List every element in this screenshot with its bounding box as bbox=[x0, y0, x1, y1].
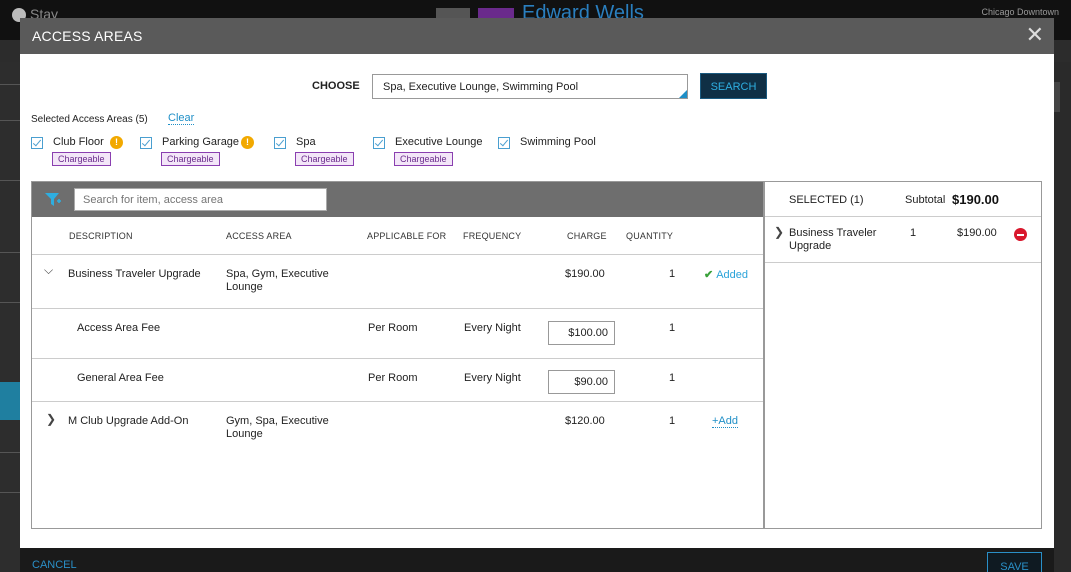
row-quantity: 1 bbox=[669, 322, 676, 334]
chevron-right-icon[interactable]: ❯ bbox=[46, 412, 56, 426]
subtotal-value: $190.00 bbox=[952, 192, 999, 207]
checkbox[interactable] bbox=[31, 137, 43, 149]
checkbox[interactable] bbox=[140, 137, 152, 149]
area-name: Parking Garage bbox=[162, 136, 240, 148]
row-quantity: 1 bbox=[669, 372, 676, 384]
chargeable-badge: Chargeable bbox=[161, 152, 220, 166]
sidebar-divider bbox=[0, 452, 20, 453]
area-name: Spa bbox=[296, 136, 316, 148]
modal-title: ACCESS AREAS bbox=[32, 28, 143, 44]
row-access-area: Gym, Spa, Executive Lounge bbox=[226, 415, 329, 440]
access-areas-modal: ACCESS AREAS ✕ CHOOSE Spa, Executive Lou… bbox=[20, 18, 1054, 572]
selected-item-quantity: 1 bbox=[910, 227, 917, 239]
area-name: Swimming Pool bbox=[520, 136, 596, 148]
checkbox[interactable] bbox=[274, 137, 286, 149]
selected-item-description: Business Traveler Upgrade bbox=[789, 227, 877, 252]
row-frequency: Every Night bbox=[464, 372, 521, 384]
row-description: General Area Fee bbox=[77, 372, 164, 384]
row-divider bbox=[32, 358, 763, 359]
added-status: ✔ Added bbox=[704, 268, 748, 281]
charge-input[interactable]: $90.00 bbox=[548, 370, 615, 394]
selected-title: SELECTED (1) bbox=[789, 194, 864, 206]
chargeable-badge: Chargeable bbox=[295, 152, 354, 166]
clear-link[interactable]: Clear bbox=[168, 112, 195, 125]
row-access-area: Spa, Gym, Executive Lounge bbox=[226, 268, 329, 293]
search-button[interactable]: SEARCH bbox=[700, 73, 767, 99]
chevron-down-icon[interactable]: ⌵ bbox=[44, 263, 53, 278]
row-quantity: 1 bbox=[669, 415, 676, 427]
row-description: Business Traveler Upgrade bbox=[68, 268, 201, 280]
charge-input[interactable]: $100.00 bbox=[548, 321, 615, 345]
items-table-panel: DESCRIPTION ACCESS AREA APPLICABLE FOR F… bbox=[31, 181, 764, 529]
selected-panel: SELECTED (1) Subtotal $190.00 ❯ Business… bbox=[764, 181, 1042, 529]
choose-input-value: Spa, Executive Lounge, Swimming Pool bbox=[383, 81, 579, 93]
add-link[interactable]: +Add bbox=[712, 415, 738, 428]
row-applicable-for: Per Room bbox=[368, 322, 418, 334]
app-right-edge bbox=[1054, 62, 1071, 572]
close-icon[interactable]: ✕ bbox=[1026, 24, 1044, 46]
choose-label: CHOOSE bbox=[312, 80, 360, 92]
modal-header: ACCESS AREAS ✕ bbox=[20, 18, 1054, 54]
column-header-access-area: ACCESS AREA bbox=[226, 231, 292, 241]
choose-input[interactable]: Spa, Executive Lounge, Swimming Pool bbox=[372, 74, 688, 99]
selected-areas-label: Selected Access Areas (5) bbox=[31, 114, 148, 125]
modal-footer: CANCEL SAVE bbox=[20, 548, 1054, 572]
app-sidebar bbox=[0, 62, 20, 572]
sidebar-divider bbox=[0, 120, 20, 121]
row-divider bbox=[32, 308, 763, 309]
area-name: Executive Lounge bbox=[395, 136, 483, 148]
selected-header: SELECTED (1) Subtotal $190.00 bbox=[765, 182, 1041, 217]
filter-search-input[interactable] bbox=[74, 188, 327, 211]
checkbox[interactable] bbox=[373, 137, 385, 149]
chargeable-badge: Chargeable bbox=[52, 152, 111, 166]
selected-item: ❯ Business Traveler Upgrade 1 $190.00 bbox=[765, 217, 1041, 263]
column-header-charge: CHARGE bbox=[567, 231, 607, 241]
table-toolbar bbox=[32, 182, 763, 217]
app-right-handle bbox=[1054, 82, 1060, 112]
subtotal-label: Subtotal bbox=[905, 194, 946, 206]
hotel-name: Chicago Downtown bbox=[981, 7, 1059, 17]
filter-icon[interactable] bbox=[44, 191, 62, 214]
cancel-button[interactable]: CANCEL bbox=[32, 559, 77, 571]
column-header-description: DESCRIPTION bbox=[69, 231, 133, 241]
checkbox[interactable] bbox=[498, 137, 510, 149]
row-charge: $120.00 bbox=[565, 415, 605, 427]
row-charge: $190.00 bbox=[565, 268, 605, 280]
area-name: Club Floor bbox=[53, 136, 104, 148]
sidebar-divider bbox=[0, 492, 20, 493]
sidebar-divider bbox=[0, 180, 20, 181]
chargeable-badge: Chargeable bbox=[394, 152, 453, 166]
info-icon[interactable]: ! bbox=[241, 136, 254, 149]
header-divider bbox=[32, 254, 763, 255]
column-header-applicable-for: APPLICABLE FOR bbox=[367, 231, 447, 241]
added-label: Added bbox=[716, 269, 749, 281]
selected-item-amount: $190.00 bbox=[957, 227, 997, 239]
row-description: M Club Upgrade Add-On bbox=[68, 415, 189, 427]
row-divider bbox=[32, 401, 763, 402]
dropdown-corner-icon bbox=[679, 90, 687, 98]
row-quantity: 1 bbox=[669, 268, 676, 280]
remove-icon[interactable] bbox=[1014, 228, 1027, 241]
sidebar-item-active bbox=[0, 382, 20, 420]
chevron-right-icon[interactable]: ❯ bbox=[774, 225, 784, 239]
sidebar-divider bbox=[0, 252, 20, 253]
sidebar-divider bbox=[0, 84, 20, 85]
column-header-frequency: FREQUENCY bbox=[463, 231, 522, 241]
row-frequency: Every Night bbox=[464, 322, 521, 334]
row-description: Access Area Fee bbox=[77, 322, 161, 334]
row-applicable-for: Per Room bbox=[368, 372, 418, 384]
column-header-quantity: QUANTITY bbox=[626, 231, 674, 241]
check-icon: ✔ bbox=[704, 269, 714, 281]
sidebar-divider bbox=[0, 302, 20, 303]
save-button[interactable]: SAVE bbox=[987, 552, 1042, 572]
info-icon[interactable]: ! bbox=[110, 136, 123, 149]
